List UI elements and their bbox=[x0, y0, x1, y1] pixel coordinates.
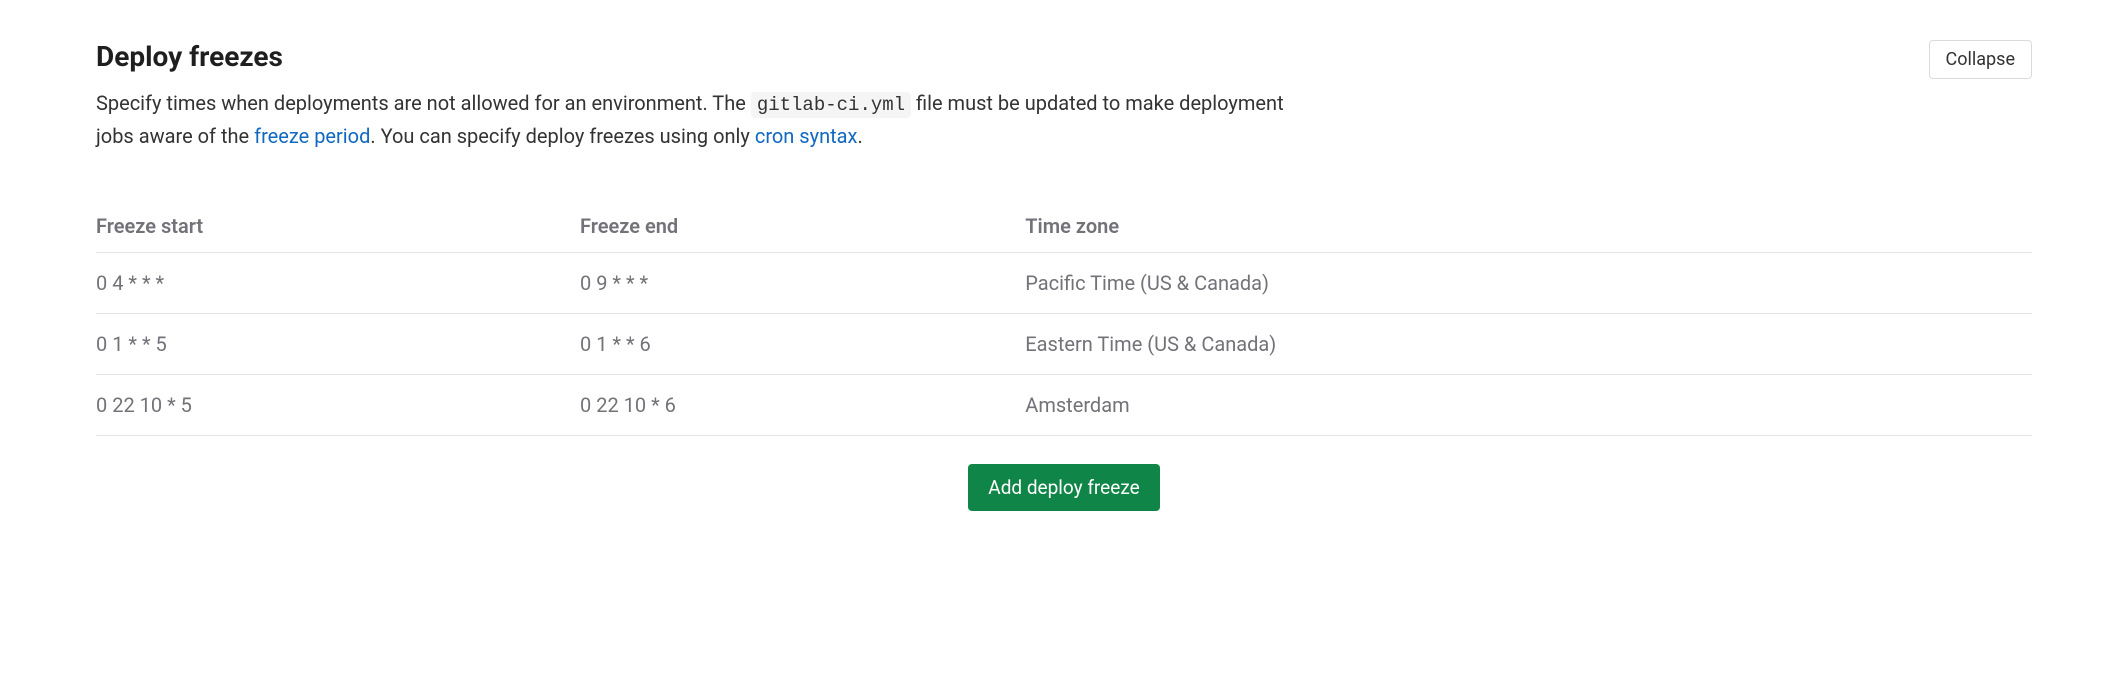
col-header-tz: Time zone bbox=[1025, 200, 2032, 253]
cell-freeze-start: 0 22 10 * 5 bbox=[96, 375, 580, 436]
col-header-start: Freeze start bbox=[96, 200, 580, 253]
cron-syntax-link[interactable]: cron syntax bbox=[755, 124, 858, 148]
config-filename-code: gitlab-ci.yml bbox=[751, 92, 911, 118]
cell-timezone: Amsterdam bbox=[1025, 375, 2032, 436]
collapse-button[interactable]: Collapse bbox=[1929, 40, 2032, 79]
desc-text-1: Specify times when deployments are not a… bbox=[96, 91, 751, 115]
desc-text-4: . bbox=[857, 124, 862, 148]
col-header-end: Freeze end bbox=[580, 200, 1025, 253]
cell-freeze-start: 0 4 * * * bbox=[96, 253, 580, 314]
add-deploy-freeze-button[interactable]: Add deploy freeze bbox=[968, 464, 1159, 511]
cell-freeze-end: 0 9 * * * bbox=[580, 253, 1025, 314]
cell-freeze-end: 0 1 * * 6 bbox=[580, 314, 1025, 375]
section-title: Deploy freezes bbox=[96, 40, 283, 73]
table-row: 0 22 10 * 5 0 22 10 * 6 Amsterdam bbox=[96, 375, 2032, 436]
cell-timezone: Eastern Time (US & Canada) bbox=[1025, 314, 2032, 375]
cell-timezone: Pacific Time (US & Canada) bbox=[1025, 253, 2032, 314]
table-row: 0 4 * * * 0 9 * * * Pacific Time (US & C… bbox=[96, 253, 2032, 314]
freeze-period-link[interactable]: freeze period bbox=[254, 124, 370, 148]
deploy-freezes-table: Freeze start Freeze end Time zone 0 4 * … bbox=[96, 200, 2032, 436]
cell-freeze-start: 0 1 * * 5 bbox=[96, 314, 580, 375]
desc-text-3: . You can specify deploy freezes using o… bbox=[370, 124, 754, 148]
table-row: 0 1 * * 5 0 1 * * 6 Eastern Time (US & C… bbox=[96, 314, 2032, 375]
cell-freeze-end: 0 22 10 * 6 bbox=[580, 375, 1025, 436]
section-description: Specify times when deployments are not a… bbox=[96, 87, 1296, 152]
